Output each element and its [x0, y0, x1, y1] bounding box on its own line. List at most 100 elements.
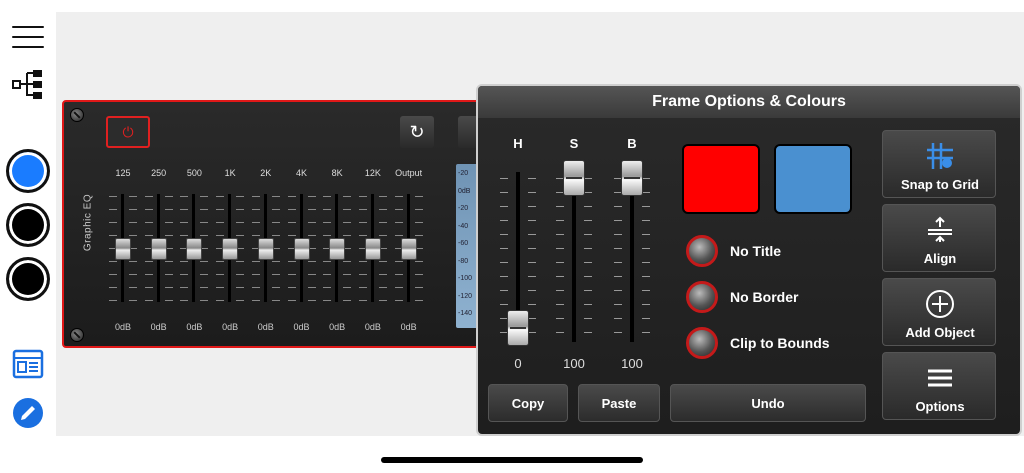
eq-tick — [394, 209, 403, 210]
eq-tick — [236, 209, 245, 210]
slider-tick — [528, 220, 536, 221]
eq-tick — [216, 222, 225, 223]
eq-tick — [164, 196, 173, 197]
slider-knob[interactable] — [507, 310, 529, 346]
eq-tick — [343, 209, 352, 210]
eq-tick — [287, 261, 296, 262]
eq-slider-knob[interactable] — [115, 238, 131, 260]
option-no-title[interactable]: No Title — [686, 234, 781, 268]
eq-tick — [378, 209, 387, 210]
snap-to-grid-label: Snap to Grid — [901, 177, 979, 192]
slider-tick — [614, 220, 622, 221]
eq-tick — [358, 196, 367, 197]
slider-tick — [528, 248, 536, 249]
options-button[interactable]: Options — [882, 352, 996, 420]
meter-scale-label: -120 — [458, 292, 473, 300]
eq-tick — [394, 196, 403, 197]
eq-band-5: 4K 0dB — [285, 168, 319, 338]
eq-tick — [378, 287, 387, 288]
slider-tick — [556, 332, 564, 333]
snap-to-grid-button[interactable]: Snap to Grid — [882, 130, 996, 198]
undo-button[interactable]: Undo — [670, 384, 866, 422]
slider-tick — [584, 318, 592, 319]
graphic-eq-module[interactable]: Graphic EQ ⏻ ↻ 125 0dB 250 0dB 500 0dB 1K 0dB 2K… — [62, 100, 492, 348]
eq-title: Graphic EQ — [82, 193, 94, 252]
slider-tick — [528, 178, 536, 179]
slider-label: B — [627, 136, 637, 151]
edit-pencil-icon[interactable] — [0, 394, 56, 432]
eq-tick — [129, 274, 137, 275]
border-colour-swatch[interactable] — [682, 144, 760, 214]
background-colour-swatch[interactable] — [774, 144, 852, 214]
option-label: Clip to Bounds — [730, 335, 830, 351]
option-clip-to-bounds[interactable]: Clip to Bounds — [686, 326, 830, 360]
add-object-button[interactable]: Add Object — [882, 278, 996, 346]
eq-slider-knob[interactable] — [222, 238, 239, 260]
eq-tick — [307, 196, 316, 197]
copy-button[interactable]: Copy — [488, 384, 568, 422]
eq-tick — [180, 222, 189, 223]
option-no-border[interactable]: No Border — [686, 280, 798, 314]
slider-track[interactable] — [630, 172, 634, 342]
eq-slider-knob[interactable] — [293, 238, 310, 260]
slider-knob[interactable] — [621, 160, 643, 196]
paste-button[interactable]: Paste — [578, 384, 660, 422]
grid-icon — [883, 141, 997, 177]
slider-tick — [556, 262, 564, 263]
toggle-led-icon[interactable] — [686, 235, 718, 267]
eq-tick — [180, 235, 189, 236]
eq-tick — [164, 209, 173, 210]
meter-scale-label: -80 — [458, 257, 469, 265]
black-color-swatch-2[interactable] — [0, 254, 56, 304]
eq-tick — [251, 196, 260, 197]
black-color-swatch-1[interactable] — [0, 200, 56, 250]
eq-power-button[interactable]: ⏻ — [106, 116, 150, 148]
eq-tick — [343, 300, 352, 301]
toggle-led-icon[interactable] — [686, 281, 718, 313]
menu-icon[interactable] — [0, 22, 56, 52]
align-button[interactable]: Align — [882, 204, 996, 272]
eq-band-value: 0dB — [150, 322, 167, 332]
eq-tick — [271, 274, 280, 275]
eq-tick — [414, 274, 423, 275]
eq-slider-knob[interactable] — [150, 238, 167, 260]
blue-color-swatch[interactable] — [0, 146, 56, 196]
hierarchy-icon[interactable] — [0, 64, 56, 104]
eq-slider-knob[interactable] — [257, 238, 274, 260]
slider-tick — [556, 276, 564, 277]
slider-tick — [500, 276, 508, 277]
eq-band-6: 8K 0dB — [320, 168, 354, 338]
eq-band-8: Output 0dB — [392, 168, 426, 338]
slider-track[interactable] — [572, 172, 576, 342]
eq-tick — [287, 235, 296, 236]
eq-tick — [271, 209, 280, 210]
toggle-led-icon[interactable] — [686, 327, 718, 359]
eq-tick — [129, 300, 137, 301]
eq-tick — [343, 261, 352, 262]
eq-tick — [129, 196, 137, 197]
eq-slider-knob[interactable] — [364, 238, 381, 260]
slider-tick — [584, 178, 592, 179]
eq-slider-knob[interactable] — [186, 238, 203, 260]
eq-tick — [323, 261, 332, 262]
power-icon: ⏻ — [122, 123, 134, 140]
slider-knob[interactable] — [563, 160, 585, 196]
eq-reset-button[interactable]: ↻ — [400, 116, 434, 148]
slider-tick — [500, 262, 508, 263]
window-layout-icon[interactable] — [0, 346, 56, 382]
slider-tick — [614, 206, 622, 207]
eq-band-value: 0dB — [329, 322, 346, 332]
slider-tick — [528, 318, 536, 319]
eq-slider-knob[interactable] — [329, 238, 346, 260]
eq-tick — [109, 235, 117, 236]
eq-band-value: 0dB — [186, 322, 203, 332]
eq-band-value: 0dB — [222, 322, 239, 332]
slider-tick — [614, 234, 622, 235]
eq-tick — [287, 300, 296, 301]
eq-tick — [236, 300, 245, 301]
eq-tick — [164, 222, 173, 223]
eq-slider-knob[interactable] — [400, 238, 417, 260]
slider-tick — [584, 206, 592, 207]
meter-scale-label: -40 — [458, 222, 469, 230]
eq-tick — [251, 261, 260, 262]
